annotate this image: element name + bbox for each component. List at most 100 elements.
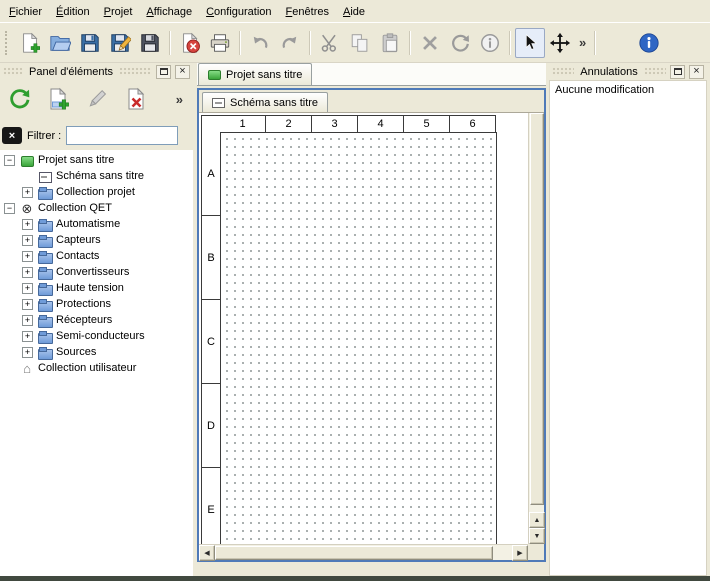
tree-item-haute-tension[interactable]: +Haute tension <box>0 280 193 296</box>
copy-button[interactable] <box>345 28 375 58</box>
expand-icon[interactable]: + <box>22 347 33 358</box>
menu-affichage[interactable]: Affichage <box>139 2 199 21</box>
menu-configuration[interactable]: Configuration <box>199 2 278 21</box>
expand-icon[interactable]: + <box>22 299 33 310</box>
save-as-button[interactable] <box>105 28 135 58</box>
toolbar-overflow-chevron[interactable]: » <box>575 35 590 50</box>
tree-item-projet-sans-titre[interactable]: −Projet sans titre <box>0 152 193 168</box>
scroll-down-button[interactable]: ▼ <box>529 528 545 544</box>
dock-grip[interactable] <box>3 67 23 76</box>
tree-item-contacts[interactable]: +Contacts <box>0 248 193 264</box>
tab-schema[interactable]: Schéma sans titre <box>202 92 328 112</box>
clear-filter-button[interactable]: × <box>2 127 22 144</box>
info-button[interactable] <box>475 28 505 58</box>
toolbar-separator <box>309 31 311 55</box>
menu-edition[interactable]: Édition <box>49 2 97 21</box>
expand-icon[interactable]: + <box>22 283 33 294</box>
dock-float-button[interactable] <box>156 65 171 79</box>
dock-grip[interactable] <box>552 67 574 76</box>
expand-icon[interactable]: + <box>22 315 33 326</box>
tree-item-recepteurs[interactable]: +Récepteurs <box>0 312 193 328</box>
schema-scene[interactable]: 123456 ABCDE <box>199 113 528 544</box>
paste-button[interactable] <box>375 28 405 58</box>
schema-grid[interactable] <box>220 132 497 544</box>
vertical-scrollbar-thumb[interactable] <box>530 113 544 505</box>
column-header-2: 2 <box>266 115 312 133</box>
expand-icon[interactable]: + <box>22 267 33 278</box>
about-qet-button[interactable] <box>634 28 664 58</box>
tree-item-schema-sans-titre[interactable]: Schéma sans titre <box>0 168 193 184</box>
menu-aide[interactable]: Aide <box>336 2 372 21</box>
tree-item-collection-projet[interactable]: + Collection projet <box>0 184 193 200</box>
tab-project[interactable]: Projet sans titre <box>198 63 312 85</box>
tree-item-sources[interactable]: +Sources <box>0 344 193 360</box>
schema-subwindow: Schéma sans titre 123456 ABCDE ▲ <box>197 88 546 562</box>
project-icon <box>208 70 221 80</box>
horizontal-scrollbar-thumb[interactable] <box>215 546 493 560</box>
filter-input[interactable] <box>66 126 178 145</box>
float-icon <box>674 68 682 75</box>
tree-item-label: Collection QET <box>38 202 116 214</box>
open-project-button[interactable] <box>45 28 75 58</box>
save-all-button[interactable] <box>135 28 165 58</box>
menu-projet[interactable]: Projet <box>97 2 140 21</box>
redo-button[interactable] <box>275 28 305 58</box>
elements-toolbar-overflow-chevron[interactable]: » <box>172 92 187 107</box>
tree-item-automatisme[interactable]: +Automatisme <box>0 216 193 232</box>
expand-icon[interactable]: + <box>22 331 33 342</box>
reload-collections-button[interactable] <box>4 84 34 114</box>
cut-button[interactable] <box>315 28 345 58</box>
rotate-button[interactable] <box>445 28 475 58</box>
expand-icon[interactable]: + <box>22 187 33 198</box>
row-header-a: A <box>201 132 221 216</box>
new-element-button[interactable] <box>43 84 73 114</box>
delete-button[interactable] <box>415 28 445 58</box>
expand-icon[interactable]: + <box>22 235 33 246</box>
print-button[interactable] <box>205 28 235 58</box>
tree-item-collection-qet[interactable]: −⊗Collection QET <box>0 200 193 216</box>
dock-close-button[interactable]: × <box>689 65 704 79</box>
tree-item-label: Collection projet <box>56 186 139 198</box>
tree-item-convertisseurs[interactable]: +Convertisseurs <box>0 264 193 280</box>
elements-panel-titlebar[interactable]: Panel d'éléments × <box>0 63 193 80</box>
schema-tabbar: Schéma sans titre <box>199 90 544 112</box>
scroll-left-button[interactable]: ◀ <box>199 545 215 561</box>
tree-item-semi-conducteurs[interactable]: + Semi-conducteurs <box>0 328 193 344</box>
tree-item-capteurs[interactable]: +Capteurs <box>0 232 193 248</box>
toolbar-grip[interactable] <box>5 31 10 55</box>
save-button[interactable] <box>75 28 105 58</box>
undo-button[interactable] <box>245 28 275 58</box>
scroll-right-button[interactable]: ▶ <box>512 545 528 561</box>
new-document-button[interactable] <box>15 28 45 58</box>
dock-close-button[interactable]: × <box>175 65 190 79</box>
expand-icon[interactable]: + <box>22 219 33 230</box>
close-file-button[interactable] <box>175 28 205 58</box>
undo-list-item[interactable]: Aucune modification <box>550 81 706 99</box>
dock-grip[interactable] <box>119 67 152 76</box>
delete-element-button[interactable] <box>121 84 151 114</box>
horizontal-scrollbar[interactable]: ◀ ▶ <box>199 544 528 560</box>
tree-item-collection-utilisateur[interactable]: ⌂Collection utilisateur <box>0 360 193 376</box>
toolbar-separator <box>169 31 171 55</box>
edit-element-button[interactable] <box>82 84 112 114</box>
vertical-scrollbar[interactable]: ▲ ▼ <box>528 113 544 544</box>
scroll-up-button[interactable]: ▲ <box>529 512 545 528</box>
collections-tree: −Projet sans titreSchéma sans titre + Coll… <box>0 150 193 576</box>
filter-row: × Filtrer : <box>0 118 193 150</box>
row-header-b: B <box>201 216 221 300</box>
toolbar-separator <box>594 31 596 55</box>
dock-float-button[interactable] <box>670 65 685 79</box>
about-info-icon <box>638 32 660 54</box>
tree-item-label: Semi-conducteurs <box>56 330 149 342</box>
dock-grip[interactable] <box>644 67 666 76</box>
collapse-icon[interactable]: − <box>4 155 15 166</box>
expand-icon[interactable]: + <box>22 251 33 262</box>
collapse-icon[interactable]: − <box>4 203 15 214</box>
move-tool-button[interactable] <box>545 28 575 58</box>
menu-fichier[interactable]: Fichier <box>2 2 49 21</box>
tree-item-protections[interactable]: +Protections <box>0 296 193 312</box>
elements-panel-dock: Panel d'éléments × » <box>0 63 193 576</box>
select-tool-button[interactable] <box>515 28 545 58</box>
undo-dock-titlebar[interactable]: Annulations × <box>549 63 707 80</box>
menu-fenetres[interactable]: Fenêtres <box>279 2 336 21</box>
